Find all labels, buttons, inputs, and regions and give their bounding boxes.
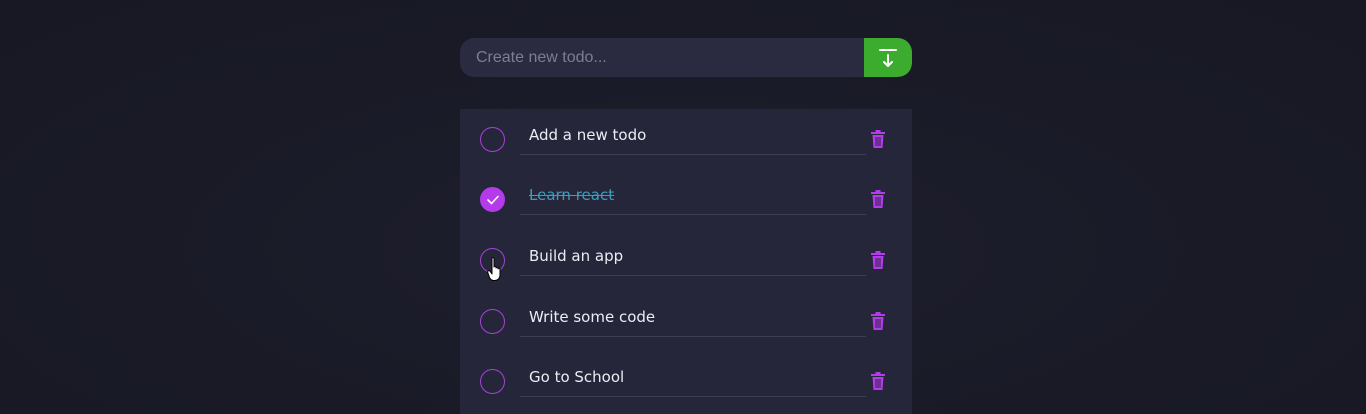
todo-divider xyxy=(520,396,866,397)
todo-item: Write some code xyxy=(460,291,912,351)
download-arrow-icon xyxy=(879,48,897,67)
delete-todo-button[interactable] xyxy=(870,250,886,270)
todo-item: Learn react xyxy=(460,169,912,229)
delete-todo-button[interactable] xyxy=(870,311,886,331)
todo-checkbox[interactable] xyxy=(480,127,505,152)
trash-icon xyxy=(871,251,885,269)
todo-checkbox[interactable] xyxy=(480,248,505,273)
add-todo-button[interactable] xyxy=(864,38,912,77)
todo-divider xyxy=(520,214,866,215)
delete-todo-button[interactable] xyxy=(870,189,886,209)
todo-label[interactable]: Build an app xyxy=(529,247,623,265)
todo-divider xyxy=(520,336,866,337)
check-icon xyxy=(486,195,499,204)
todo-checkbox[interactable] xyxy=(480,309,505,334)
trash-icon xyxy=(871,130,885,148)
trash-icon xyxy=(871,372,885,390)
todo-checkbox[interactable] xyxy=(480,369,505,394)
todo-checkbox-checked[interactable] xyxy=(480,187,505,212)
trash-icon xyxy=(871,312,885,330)
todo-app: Add a new todo Learn react xyxy=(0,0,1366,414)
todo-label[interactable]: Add a new todo xyxy=(529,126,646,144)
todo-list: Add a new todo Learn react Build an app … xyxy=(460,109,912,414)
todo-item: Go to School xyxy=(460,351,912,411)
delete-todo-button[interactable] xyxy=(870,371,886,391)
todo-divider xyxy=(520,154,866,155)
todo-label[interactable]: Go to School xyxy=(529,368,624,386)
todo-divider xyxy=(520,275,866,276)
new-todo-form xyxy=(460,38,912,77)
todo-label[interactable]: Write some code xyxy=(529,308,655,326)
todo-item: Build an app xyxy=(460,230,912,290)
delete-todo-button[interactable] xyxy=(870,129,886,149)
new-todo-input[interactable] xyxy=(460,38,864,77)
todo-item: Add a new todo xyxy=(460,109,912,169)
todo-label[interactable]: Learn react xyxy=(529,186,614,204)
trash-icon xyxy=(871,190,885,208)
